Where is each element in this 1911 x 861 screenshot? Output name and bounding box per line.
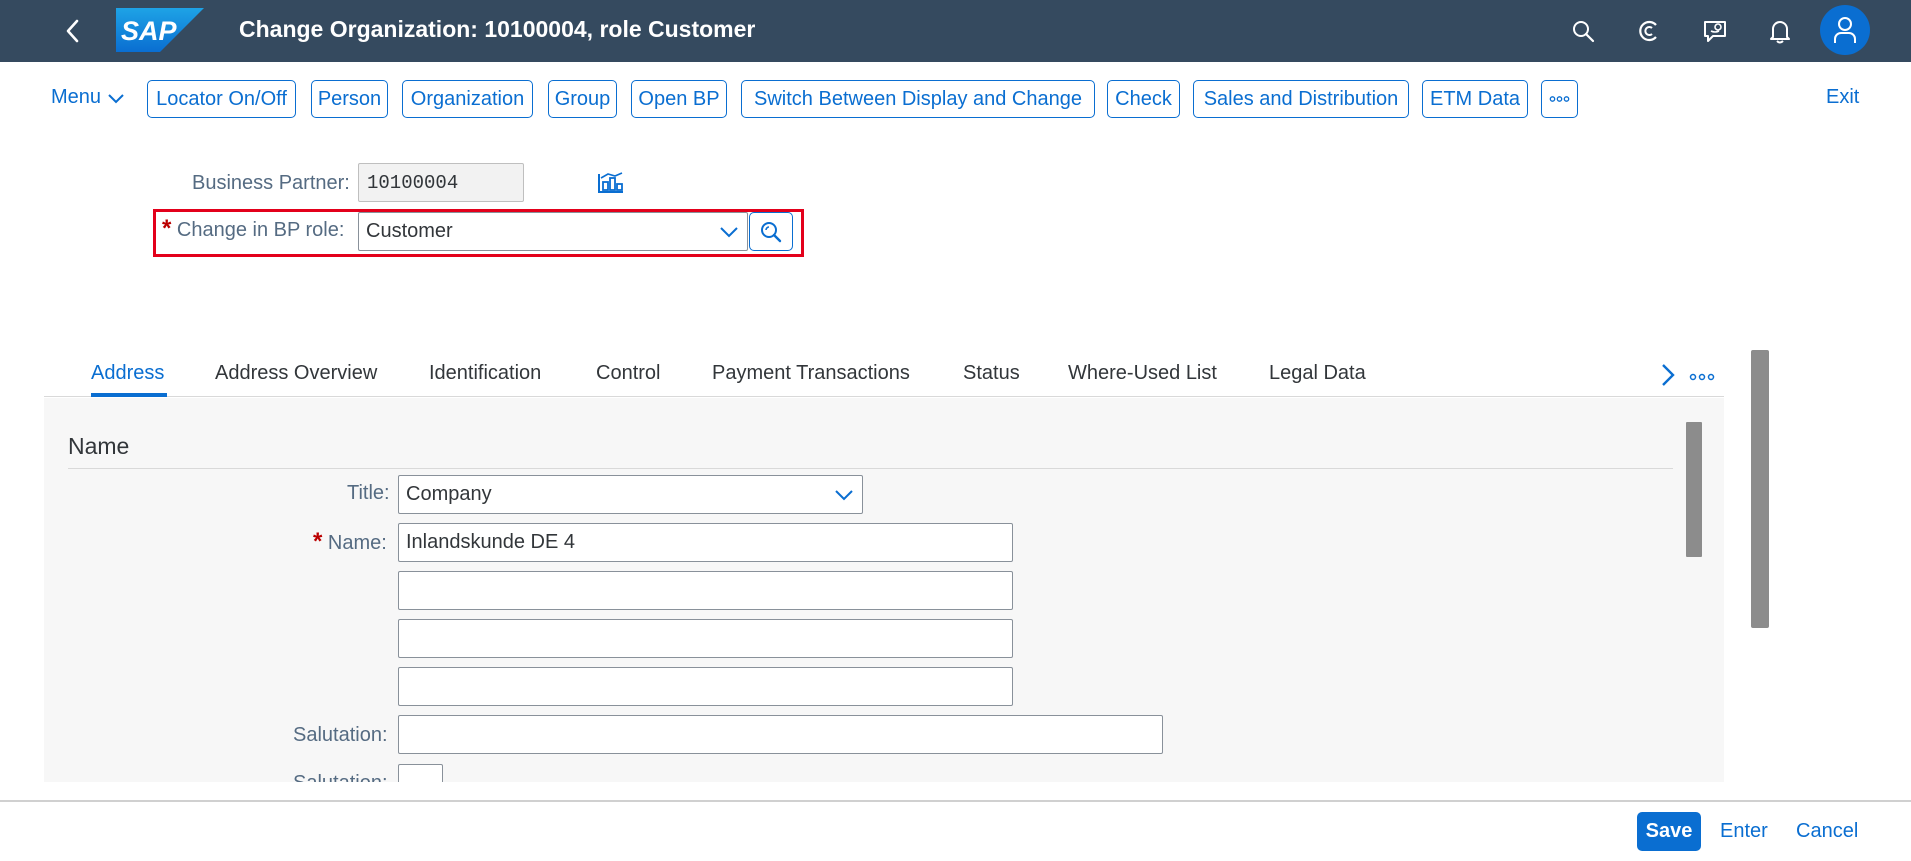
- tab-legal-data[interactable]: Legal Data: [1269, 362, 1366, 385]
- notifications-button[interactable]: [1762, 13, 1798, 49]
- switch-display-change-button[interactable]: Switch Between Display and Change: [741, 80, 1095, 118]
- clipped-row: Salutation:: [44, 762, 1684, 782]
- search-icon: [1573, 21, 1595, 43]
- tab-overflow-icon[interactable]: [1688, 370, 1716, 384]
- section-title: Name: [68, 433, 130, 459]
- feedback-icon: [1704, 21, 1726, 42]
- etm-data-button[interactable]: ETM Data: [1422, 80, 1528, 118]
- tab-address-overview[interactable]: Address Overview: [215, 362, 377, 385]
- page-scrollbar-thumb[interactable]: [1751, 350, 1769, 628]
- required-marker: *: [313, 528, 323, 555]
- section-divider: [68, 468, 1673, 469]
- business-partner-label: Business Partner:: [192, 172, 350, 194]
- shell-bar: SAP Change Organization: 10100004, role …: [0, 0, 1911, 62]
- bp-role-label-text: Change in BP role:: [176, 219, 345, 241]
- business-partner-field[interactable]: 10100004: [358, 163, 524, 202]
- organization-button[interactable]: Organization: [402, 80, 533, 118]
- copilot-button[interactable]: [1631, 13, 1667, 49]
- required-marker: *: [162, 215, 172, 242]
- name-input-4[interactable]: [398, 667, 1013, 706]
- user-icon: [1834, 17, 1856, 43]
- menu-label: Menu: [51, 86, 102, 108]
- cancel-button[interactable]: Cancel: [1796, 820, 1858, 843]
- tab-payment-transactions[interactable]: Payment Transactions: [712, 362, 910, 385]
- chevron-right-icon[interactable]: [1657, 362, 1679, 388]
- name-input-3[interactable]: [398, 619, 1013, 658]
- tab-where-used-list[interactable]: Where-Used List: [1068, 362, 1217, 385]
- active-tab-indicator: [91, 393, 167, 397]
- enter-button[interactable]: Enter: [1720, 820, 1768, 843]
- footer-bar: [0, 800, 1911, 861]
- person-button[interactable]: Person: [311, 80, 388, 118]
- copilot-icon: [1639, 20, 1657, 42]
- bp-role-select[interactable]: Customer: [358, 212, 748, 251]
- menu-button[interactable]: Menu: [51, 86, 125, 109]
- chevron-down-icon: [108, 93, 124, 103]
- title-select[interactable]: Company: [398, 475, 863, 514]
- sap-logo: SAP: [116, 8, 204, 52]
- save-button[interactable]: Save: [1637, 812, 1701, 851]
- check-button[interactable]: Check: [1107, 80, 1180, 118]
- notifications-icon: [1770, 21, 1790, 44]
- chevron-down-icon: [835, 490, 853, 501]
- salutation-label-2: Salutation:: [293, 772, 388, 782]
- name-input-2[interactable]: [398, 571, 1013, 610]
- overflow-icon: [1549, 96, 1570, 102]
- feedback-button[interactable]: [1697, 13, 1733, 49]
- tab-control[interactable]: Control: [596, 362, 660, 385]
- search-button[interactable]: [1565, 13, 1601, 49]
- sales-distribution-button[interactable]: Sales and Distribution: [1193, 80, 1409, 118]
- name-label: * Name:: [313, 528, 387, 556]
- name-input-1[interactable]: Inlandskunde DE 4: [398, 523, 1013, 562]
- more-actions-button[interactable]: [1541, 80, 1578, 118]
- title-label: Title:: [347, 482, 390, 504]
- panel-scrollbar-thumb[interactable]: [1686, 422, 1702, 557]
- back-icon: [66, 19, 79, 43]
- value-help-button[interactable]: [749, 212, 793, 251]
- salutation-input[interactable]: [398, 715, 1163, 754]
- title-value: Company: [406, 483, 492, 505]
- salutation-label: Salutation:: [293, 724, 388, 746]
- svg-text:SAP: SAP: [121, 16, 178, 46]
- open-bp-button[interactable]: Open BP: [631, 80, 727, 118]
- org-structure-icon[interactable]: [596, 170, 626, 196]
- group-button[interactable]: Group: [548, 80, 617, 118]
- search-detail-icon: [761, 221, 782, 242]
- name-label-text: Name:: [327, 532, 387, 554]
- tab-identification[interactable]: Identification: [429, 362, 541, 385]
- tab-status[interactable]: Status: [963, 362, 1020, 385]
- locator-toggle-button[interactable]: Locator On/Off: [147, 80, 296, 118]
- exit-button[interactable]: Exit: [1826, 86, 1859, 109]
- back-button[interactable]: [56, 14, 90, 48]
- bp-role-value: Customer: [366, 220, 453, 242]
- user-avatar[interactable]: [1820, 5, 1870, 55]
- tab-address[interactable]: Address: [91, 362, 164, 385]
- page-title: Change Organization: 10100004, role Cust…: [239, 16, 756, 42]
- chevron-down-icon: [720, 227, 738, 238]
- bp-role-label: * Change in BP role:: [162, 215, 344, 243]
- salutation-short-input[interactable]: [398, 764, 443, 782]
